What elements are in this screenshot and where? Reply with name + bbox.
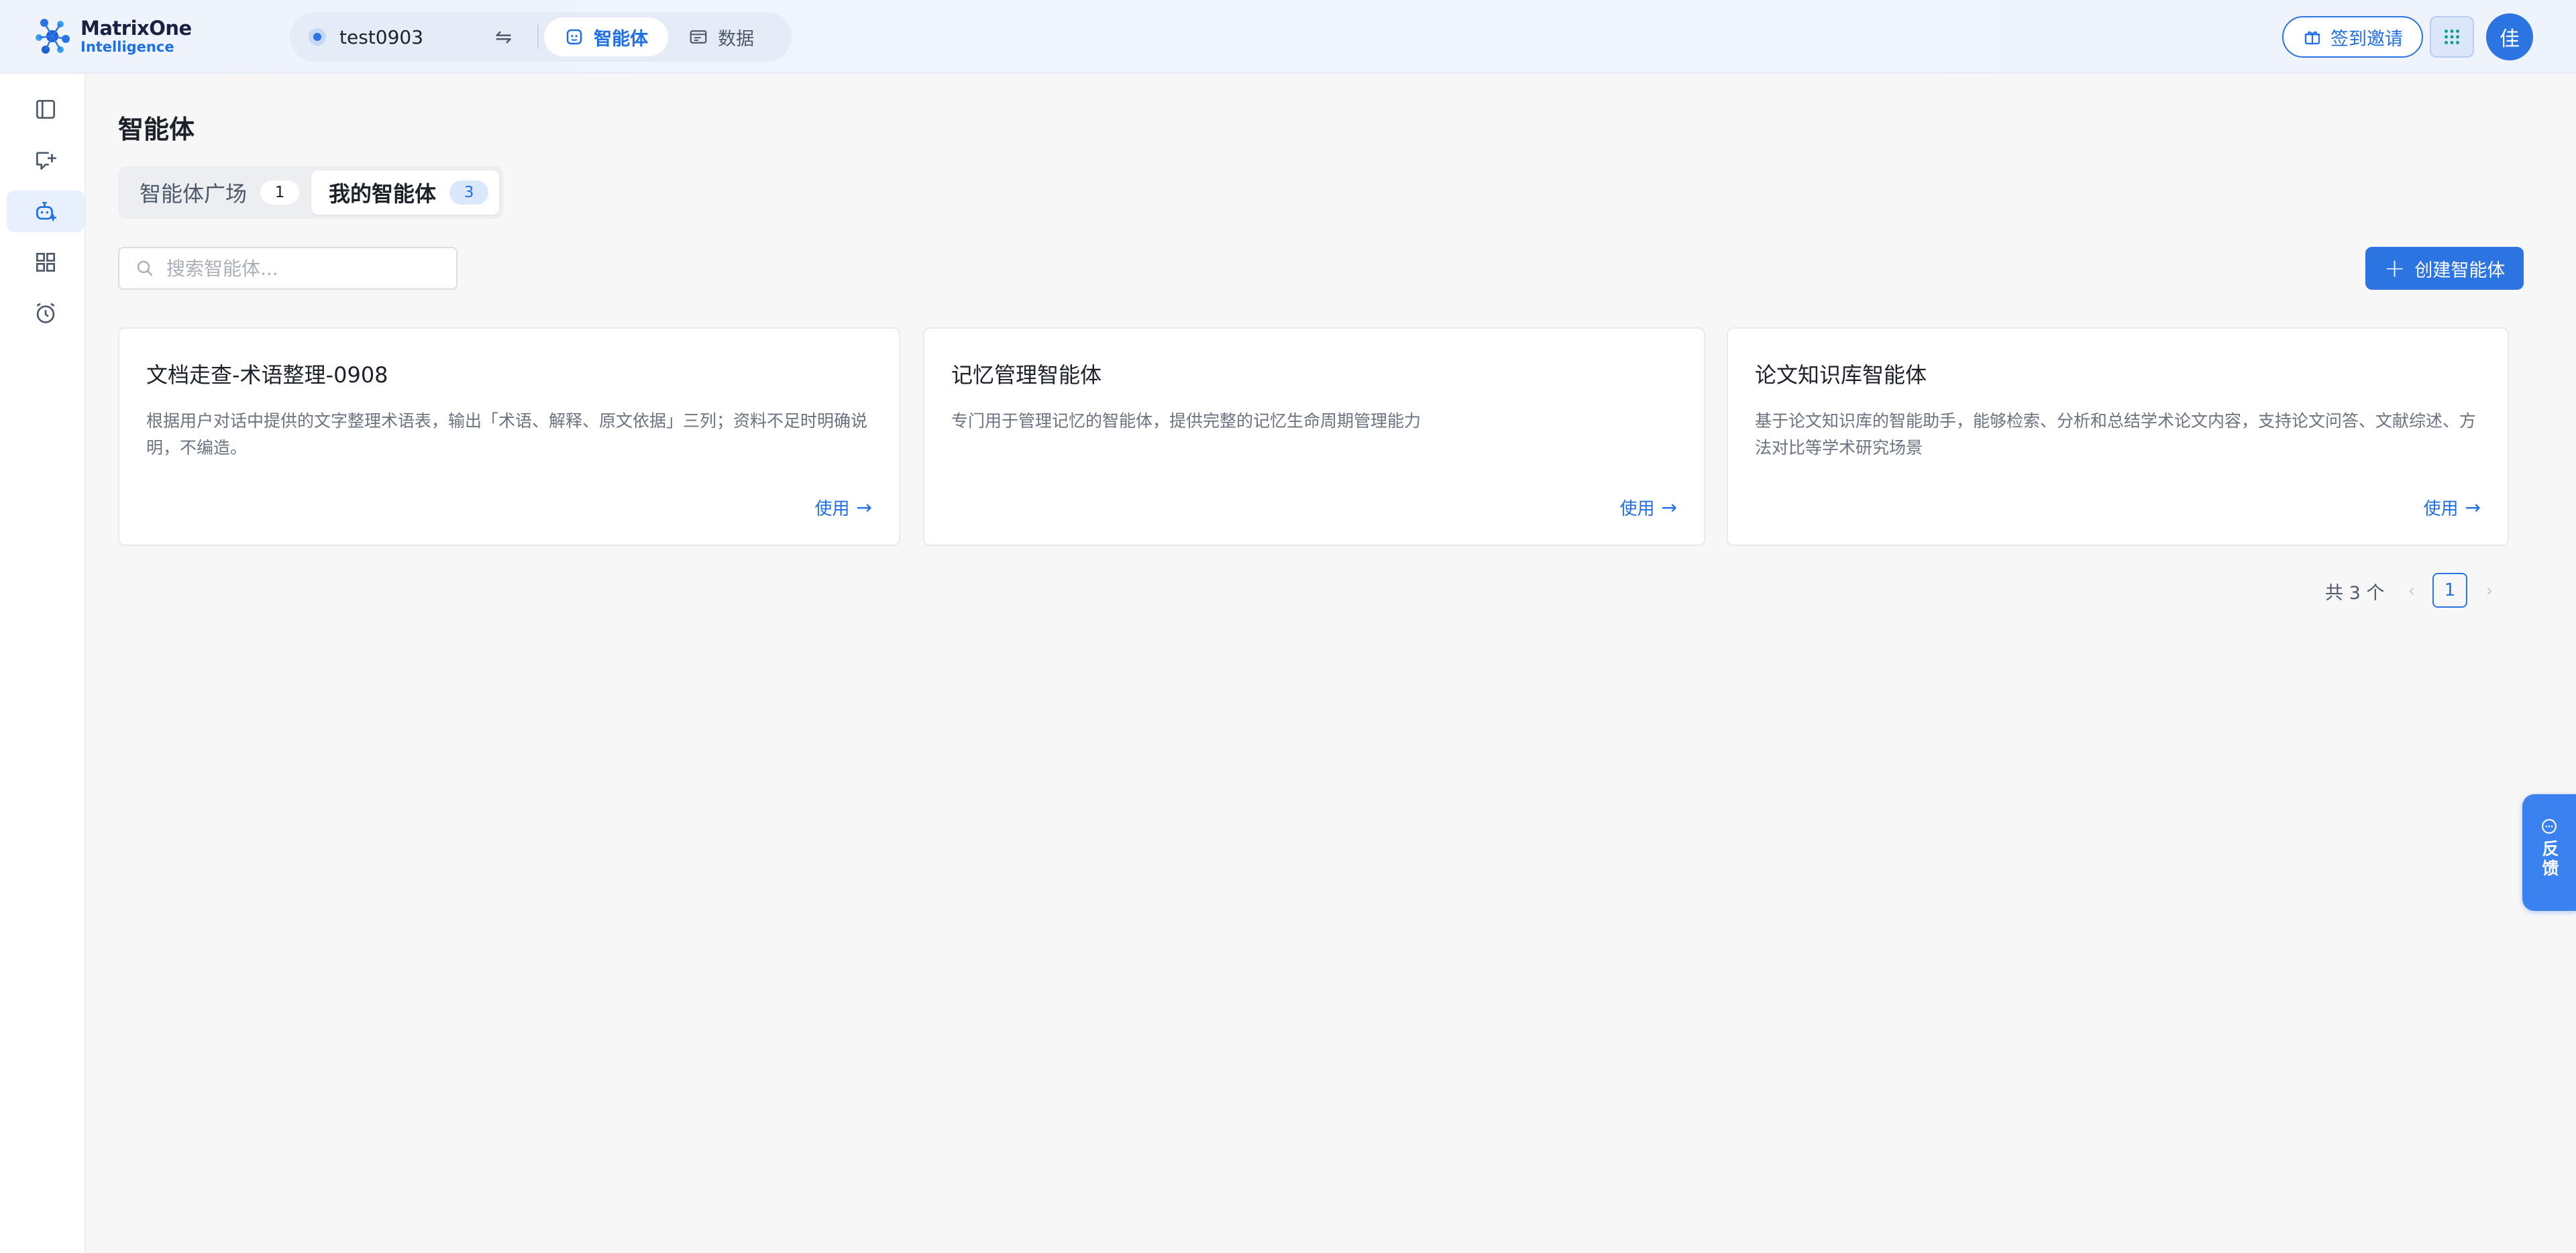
- agent-card-desc: 根据用户对话中提供的文字整理术语表，输出「术语、解释、原文依据」三列；资料不足时…: [146, 411, 868, 457]
- brand-sub: Intelligence: [80, 38, 174, 55]
- user-avatar[interactable]: 佳: [2486, 13, 2533, 60]
- sidebar-toggle-button[interactable]: [7, 89, 85, 130]
- nav-data[interactable]: 数据: [668, 17, 774, 56]
- brand-logo[interactable]: MatrixOne Intelligence: [32, 12, 192, 60]
- tab-my-agents[interactable]: 我的智能体 3: [311, 170, 499, 215]
- search-icon: [137, 260, 153, 276]
- chat-bubble-icon: [2542, 819, 2557, 834]
- use-agent-link[interactable]: 使用 →: [815, 495, 872, 520]
- create-agent-button[interactable]: + 创建智能体: [2365, 247, 2524, 290]
- nav-data-label: 数据: [718, 28, 755, 50]
- tab-count-badge: 1: [260, 180, 300, 205]
- agent-card-title: 文档走查-术语整理-0908: [146, 362, 388, 388]
- agent-icon: [36, 201, 56, 221]
- checkin-invite-button[interactable]: 签到邀请: [2282, 16, 2423, 58]
- pagination-next-icon[interactable]: ›: [2479, 574, 2500, 608]
- agent-card-title: 论文知识库智能体: [1755, 362, 1927, 388]
- page-title: 智能体: [118, 115, 195, 144]
- divider: [537, 25, 539, 49]
- pagination-prev-icon[interactable]: ‹: [2402, 574, 2422, 608]
- agent-card-desc: 专门用于管理记忆的智能体，提供完整的记忆生命周期管理能力: [951, 411, 1421, 431]
- workspace-nav: test0903 ⇋ 智能体 数据: [290, 12, 792, 62]
- gift-icon: [2304, 31, 2320, 45]
- sidebar-apps-button[interactable]: [7, 241, 85, 283]
- tab-agent-plaza-label: 智能体广场: [140, 181, 248, 207]
- nav-agents-label: 智能体: [594, 28, 649, 50]
- sidebar-schedule-button[interactable]: [7, 292, 85, 334]
- use-agent-link[interactable]: 使用 →: [1620, 495, 1677, 520]
- left-sidebar-nav: [0, 74, 86, 1253]
- matrixone-logo-icon: [36, 19, 70, 54]
- new-chat-button[interactable]: [7, 140, 85, 181]
- data-icon: [690, 30, 707, 44]
- agent-card[interactable]: 记忆管理智能体 专门用于管理记忆的智能体，提供完整的记忆生命周期管理能力 使用 …: [923, 327, 1705, 546]
- checkin-invite-label: 签到邀请: [2330, 28, 2403, 50]
- search-box: [118, 247, 458, 290]
- agent-icon: [566, 29, 582, 45]
- agent-card-title: 记忆管理智能体: [951, 362, 1102, 388]
- workspace-selector[interactable]: test0903 ⇋: [295, 17, 537, 56]
- top-header: MatrixOne Intelligence test0903 ⇋ 智能体 数据: [0, 0, 2576, 74]
- brand-name: MatrixOne: [80, 16, 192, 40]
- apps-grid-icon: [36, 252, 56, 272]
- agent-card[interactable]: 论文知识库智能体 基于论文知识库的智能助手，能够检索、分析和总结学术论文内容，支…: [1727, 327, 2509, 546]
- pagination-total: 共 3 个: [2325, 583, 2385, 604]
- new-chat-icon: [36, 152, 56, 170]
- workspace-status-icon: [309, 28, 326, 46]
- use-agent-label: 使用: [1619, 499, 1655, 519]
- use-agent-label: 使用: [2423, 499, 2459, 519]
- sidebar-toggle-icon: [36, 99, 56, 119]
- tab-agent-plaza[interactable]: 智能体广场 1: [122, 170, 307, 215]
- arrow-right-icon: →: [856, 496, 872, 519]
- alarm-clock-icon: [36, 303, 55, 323]
- agent-tabs: 智能体广场 1 我的智能体 3: [118, 166, 503, 219]
- agent-card-desc: 基于论文知识库的智能助手，能够检索、分析和总结学术论文内容，支持论文问答、文献综…: [1755, 411, 2477, 457]
- search-input[interactable]: [166, 257, 435, 280]
- arrow-right-icon: →: [2465, 496, 2481, 519]
- tab-my-agents-label: 我的智能体: [329, 181, 437, 207]
- workspace-name: test0903: [339, 25, 424, 48]
- apps-menu-button[interactable]: [2430, 16, 2474, 58]
- pagination-page-current[interactable]: 1: [2432, 573, 2467, 608]
- use-agent-label: 使用: [814, 499, 850, 519]
- tab-count-badge: 3: [449, 180, 489, 205]
- create-agent-label: 创建智能体: [2414, 260, 2506, 281]
- use-agent-link[interactable]: 使用 →: [2424, 495, 2481, 520]
- agent-card[interactable]: 文档走查-术语整理-0908 根据用户对话中提供的文字整理术语表，输出「术语、解…: [118, 327, 900, 546]
- swap-icon[interactable]: ⇋: [495, 25, 512, 49]
- arrow-right-icon: →: [1661, 496, 1677, 519]
- nav-agents[interactable]: 智能体: [544, 17, 669, 56]
- feedback-label: 反馈: [2540, 840, 2559, 879]
- feedback-button[interactable]: 反馈: [2522, 794, 2576, 911]
- apps-grid-icon: [2444, 29, 2460, 45]
- sidebar-agents-button[interactable]: [7, 190, 85, 232]
- plus-icon: +: [2383, 254, 2406, 283]
